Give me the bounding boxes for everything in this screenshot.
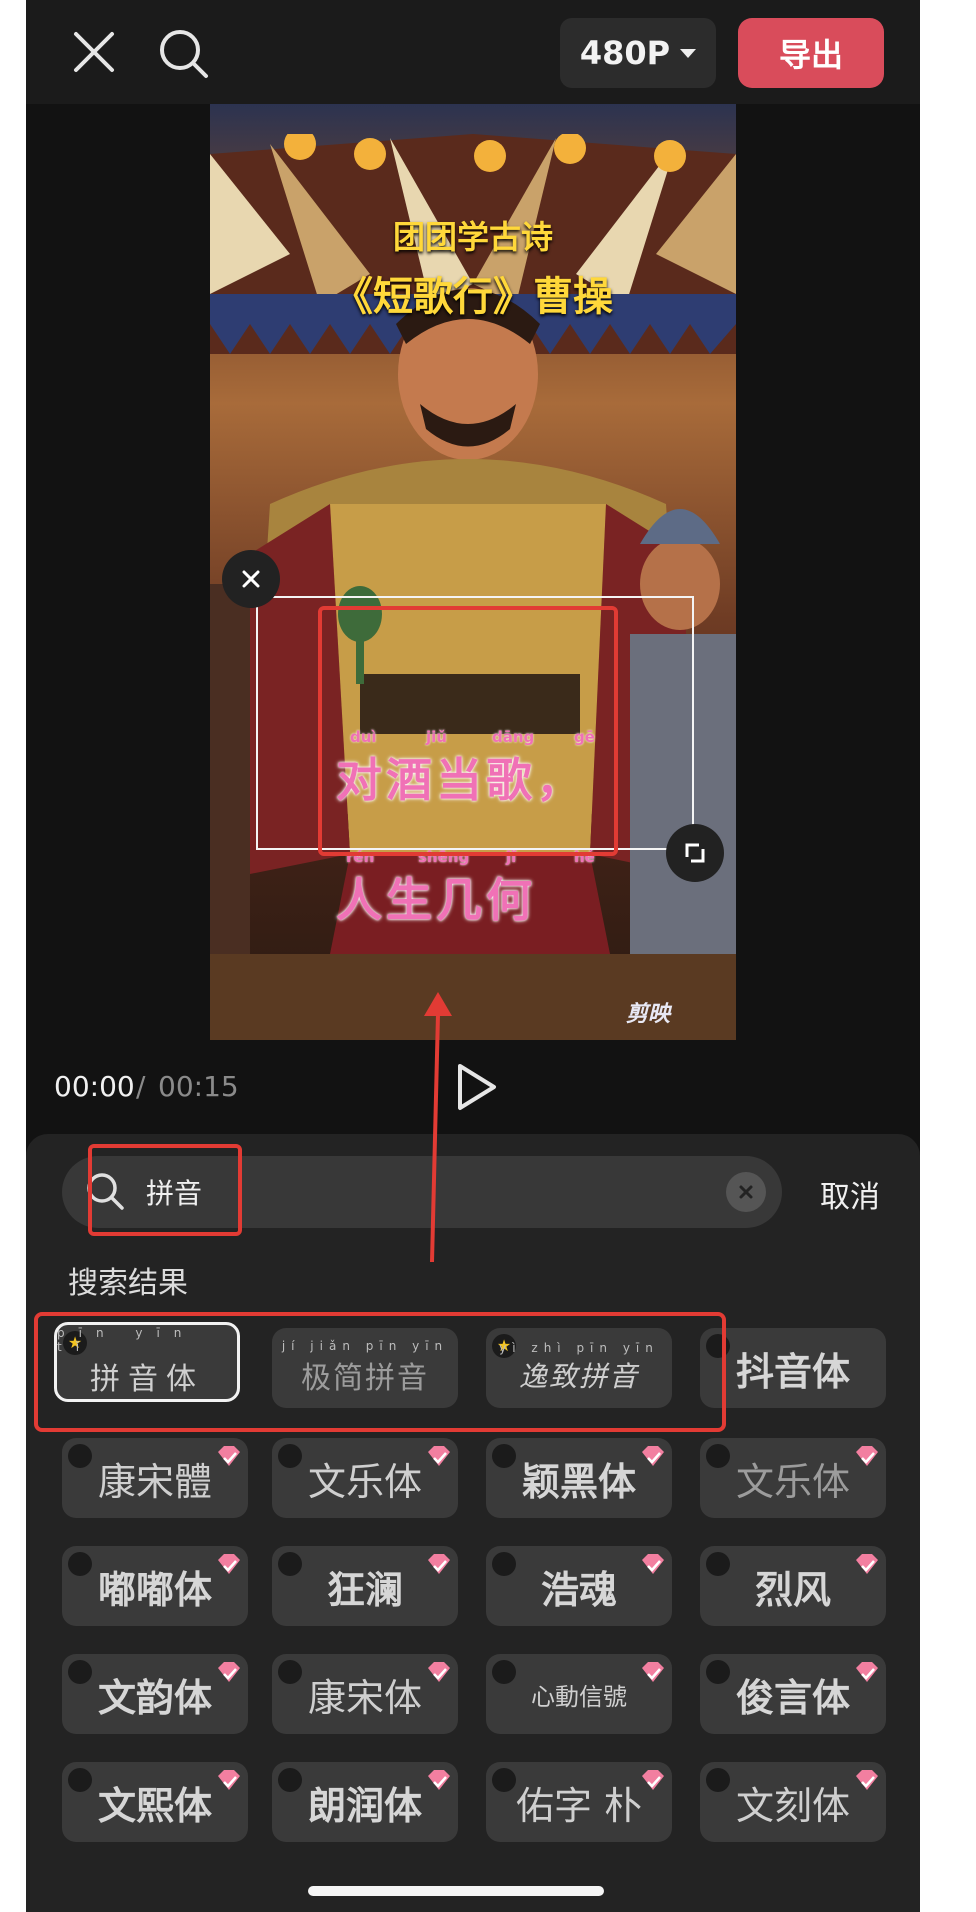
total-time: 00:15 <box>158 1070 239 1103</box>
download-icon <box>706 1552 730 1576</box>
premium-gem-icon <box>428 1662 450 1682</box>
download-icon <box>278 1552 302 1576</box>
font-tile[interactable]: 文乐体 <box>700 1438 886 1518</box>
rotate-icon <box>685 843 705 863</box>
premium-gem-icon <box>856 1446 878 1466</box>
annotation-box-search <box>88 1144 242 1236</box>
delete-caption-button[interactable] <box>222 550 280 608</box>
font-tile-douyin[interactable]: 抖音体 <box>700 1328 886 1408</box>
search-icon[interactable] <box>154 24 214 84</box>
download-icon <box>492 1444 516 1468</box>
font-tile[interactable]: 浩魂 <box>486 1546 672 1626</box>
time-separator: / <box>136 1070 146 1103</box>
font-label: 文乐体 <box>735 1459 850 1504</box>
font-tile[interactable]: 佑字 朴 <box>486 1762 672 1842</box>
close-icon[interactable] <box>66 24 122 80</box>
font-tile[interactable]: 烈风 <box>700 1546 886 1626</box>
annotation-box-results <box>34 1312 726 1432</box>
caret-down-icon <box>680 48 697 58</box>
premium-gem-icon <box>642 1554 664 1574</box>
premium-gem-icon <box>218 1554 240 1574</box>
font-tile[interactable]: 嘟嘟体 <box>62 1546 248 1626</box>
download-icon <box>706 1660 730 1684</box>
download-icon <box>278 1660 302 1684</box>
clear-search-button[interactable] <box>726 1172 766 1212</box>
download-icon <box>278 1444 302 1468</box>
font-tile[interactable]: 文熙体 <box>62 1762 248 1842</box>
font-label: 文韵体 <box>97 1674 212 1720</box>
premium-gem-icon <box>856 1662 878 1682</box>
font-tile[interactable]: 狂澜 <box>272 1546 458 1626</box>
resolution-label: 480P <box>579 34 671 72</box>
app-screen: 480P 导出 团团学古诗 《短歌行》曹操 duì jiǔ dāng gē 对酒… <box>26 0 920 1912</box>
annotation-box-caption <box>318 606 618 856</box>
clear-icon <box>739 1185 753 1199</box>
premium-gem-icon <box>428 1554 450 1574</box>
font-label: 康宋体 <box>307 1675 422 1720</box>
premium-gem-icon <box>218 1446 240 1466</box>
cancel-button[interactable]: 取消 <box>820 1172 880 1216</box>
video-title-line2: 《短歌行》曹操 <box>333 274 613 320</box>
font-label: 狂澜 <box>326 1566 403 1612</box>
premium-gem-icon <box>856 1554 878 1574</box>
premium-gem-icon <box>642 1446 664 1466</box>
font-label: 俊言体 <box>735 1674 850 1720</box>
font-label: 烈风 <box>754 1566 831 1612</box>
premium-gem-icon <box>218 1770 240 1790</box>
download-icon <box>492 1660 516 1684</box>
download-icon <box>68 1444 92 1468</box>
current-time: 00:00 <box>54 1070 135 1103</box>
scale-rotate-handle[interactable] <box>666 824 724 882</box>
premium-gem-icon <box>428 1770 450 1790</box>
font-label: 颖黑体 <box>521 1458 636 1504</box>
font-label: 佑字 朴 <box>515 1783 643 1828</box>
download-icon <box>68 1768 92 1792</box>
font-label: 文乐体 <box>307 1459 422 1504</box>
search-results-label: 搜索结果 <box>68 1266 188 1301</box>
font-label: 浩魂 <box>540 1566 617 1612</box>
font-tile[interactable]: 朗润体 <box>272 1762 458 1842</box>
font-tile[interactable]: 俊言体 <box>700 1654 886 1734</box>
premium-gem-icon <box>642 1662 664 1682</box>
caption-line2: 人生几何 <box>336 873 536 927</box>
font-tile[interactable]: 文韵体 <box>62 1654 248 1734</box>
font-label: 文熙体 <box>97 1782 212 1828</box>
premium-gem-icon <box>642 1770 664 1790</box>
premium-gem-icon <box>856 1770 878 1790</box>
font-tile[interactable]: 文刻体 <box>700 1762 886 1842</box>
download-icon <box>68 1660 92 1684</box>
video-title-line1: 团团学古诗 <box>392 218 553 256</box>
premium-gem-icon <box>218 1662 240 1682</box>
video-preview[interactable]: 团团学古诗 《短歌行》曹操 duì jiǔ dāng gē 对酒当歌， rén … <box>210 104 736 1040</box>
font-label: 嘟嘟体 <box>97 1566 212 1612</box>
close-icon <box>242 570 260 588</box>
font-label: 抖音体 <box>735 1348 850 1394</box>
home-indicator <box>308 1886 604 1896</box>
preview-area: 团团学古诗 《短歌行》曹操 duì jiǔ dāng gē 对酒当歌， rén … <box>26 104 920 1042</box>
premium-gem-icon <box>428 1446 450 1466</box>
font-label: 康宋體 <box>97 1459 212 1504</box>
download-icon <box>492 1552 516 1576</box>
font-tile[interactable]: 心動信號 <box>486 1654 672 1734</box>
font-tile[interactable]: 颖黑体 <box>486 1438 672 1518</box>
font-label: 心動信號 <box>531 1682 627 1711</box>
font-label: 朗润体 <box>307 1782 422 1828</box>
export-button[interactable]: 导出 <box>738 18 884 88</box>
play-icon[interactable] <box>452 1060 502 1114</box>
font-tile[interactable]: 康宋體 <box>62 1438 248 1518</box>
font-tile[interactable]: 康宋体 <box>272 1654 458 1734</box>
download-icon <box>706 1444 730 1468</box>
resolution-dropdown[interactable]: 480P <box>560 18 716 88</box>
watermark-logo: 剪映 <box>626 1002 671 1027</box>
download-icon <box>706 1768 730 1792</box>
font-tile[interactable]: 文乐体 <box>272 1438 458 1518</box>
font-label: 文刻体 <box>735 1783 850 1828</box>
download-icon <box>278 1768 302 1792</box>
download-icon <box>68 1552 92 1576</box>
download-icon <box>492 1768 516 1792</box>
